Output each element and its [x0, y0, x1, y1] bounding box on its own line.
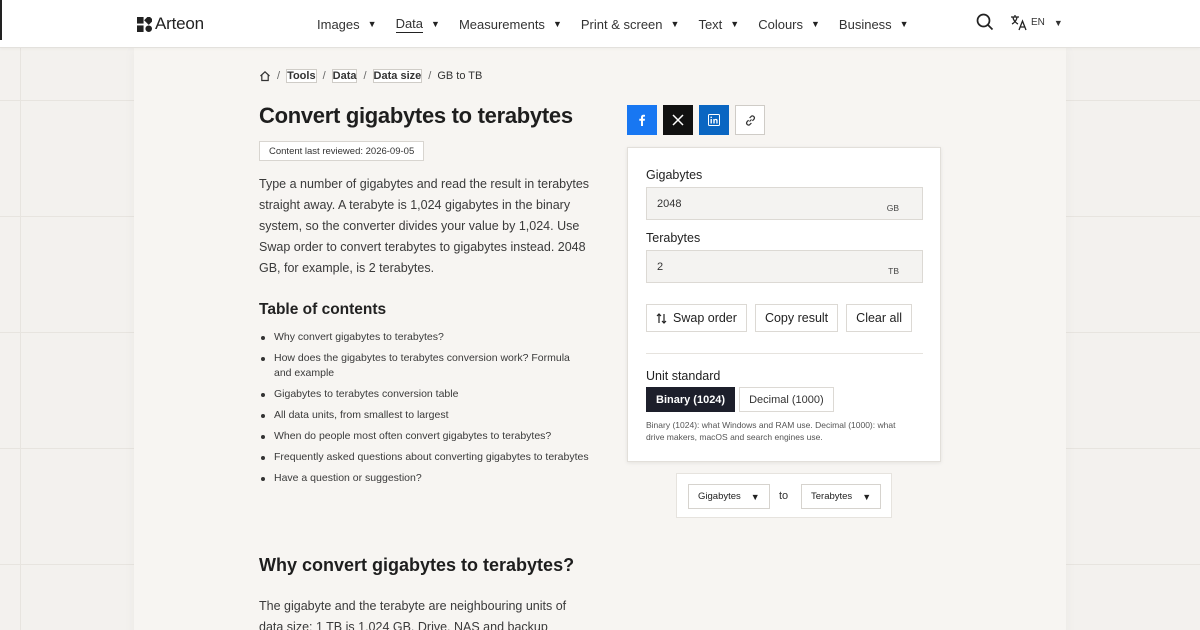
nav-item-images[interactable]: Images ▼ — [317, 0, 377, 48]
decimal-option[interactable]: Decimal (1000) — [739, 387, 834, 412]
section-heading: Why convert gigabytes to terabytes? — [259, 555, 575, 575]
unit-standard-toggle: Binary (1024) Decimal (1000) — [646, 387, 834, 412]
toc-item[interactable]: Why convert gigabytes to terabytes? — [259, 330, 589, 345]
breadcrumb-separator: / — [322, 70, 326, 82]
nav-item-colours[interactable]: Colours ▼ — [758, 0, 820, 48]
chevron-down-icon: ▼ — [670, 19, 680, 29]
section-text: The gigabyte and the terabyte are neighb… — [259, 599, 567, 630]
unit-standard-label: Unit standard — [646, 369, 721, 383]
table-of-contents: Why convert gigabytes to terabytes? How … — [259, 330, 589, 492]
nav-item-business[interactable]: Business ▼ — [839, 0, 909, 48]
breadcrumb-separator: / — [277, 70, 281, 82]
terabytes-input[interactable]: 2 TB — [646, 250, 923, 283]
search-icon[interactable] — [976, 13, 994, 36]
swap-order-label: Swap order — [673, 311, 737, 325]
brand-logo[interactable]: Arteon — [137, 14, 204, 34]
chevron-down-icon: ▼ — [862, 491, 872, 502]
breadcrumb-separator: / — [363, 70, 367, 82]
link-icon — [745, 114, 755, 126]
linkedin-icon — [708, 114, 720, 126]
chevron-down-icon: ▼ — [367, 19, 377, 29]
chevron-down-icon: ▼ — [1053, 17, 1063, 28]
swap-icon — [656, 312, 667, 324]
nav-label: Print & screen — [580, 16, 663, 32]
nav-item-data[interactable]: Data ▼ — [395, 0, 440, 48]
chevron-down-icon: ▼ — [730, 19, 740, 29]
nav-label: Images — [317, 16, 360, 32]
toc-item[interactable]: When do people most often convert gigaby… — [259, 429, 589, 444]
breadcrumb-tools[interactable]: Tools — [286, 69, 317, 83]
facebook-share-button[interactable] — [627, 105, 657, 135]
nav-label: Colours — [758, 16, 803, 32]
window-edge — [0, 0, 2, 40]
nav-label: Data — [395, 15, 424, 33]
main-nav: Images ▼ Data ▼ Measurements ▼ Print & scre… — [317, 0, 928, 48]
x-share-button[interactable] — [663, 105, 693, 135]
x-icon — [672, 114, 684, 126]
to-label: Terabytes — [646, 231, 701, 245]
toc-title: Table of contents — [259, 301, 387, 318]
unit-selector-bar: Gigabytes ▼ to Terabytes ▼ — [676, 473, 892, 518]
from-unit-value: Gigabytes — [698, 491, 741, 502]
terabytes-value: 2 — [657, 261, 664, 273]
chevron-down-icon: ▼ — [431, 19, 440, 29]
chevron-down-icon: ▼ — [811, 19, 820, 29]
nav-item-print-screen[interactable]: Print & screen ▼ — [581, 0, 680, 48]
gigabytes-value: 2048 — [657, 198, 682, 210]
site-header: Arteon Images ▼ Data ▼ Measurements ▼ Print… — [0, 0, 1200, 48]
page-title: Convert gigabytes to terabytes — [259, 103, 573, 128]
to-unit-value: Terabytes — [811, 491, 853, 502]
breadcrumb-data[interactable]: Data — [331, 69, 358, 83]
translate-icon — [1011, 15, 1027, 31]
intro-text: Type a number of gigabytes and read the … — [259, 177, 590, 275]
gigabytes-input[interactable]: 2048 GB — [646, 187, 923, 220]
facebook-icon — [639, 114, 645, 126]
toc-item[interactable]: All data units, from smallest to largest — [259, 408, 589, 423]
swap-order-button[interactable]: Swap order — [646, 304, 747, 332]
nav-item-measurements[interactable]: Measurements ▼ — [459, 0, 562, 48]
unit-standard-note: Binary (1024): what Windows and RAM use.… — [646, 420, 896, 442]
toc-item[interactable]: How does the gigabytes to terabytes conv… — [259, 351, 589, 381]
nav-label: Business — [838, 16, 892, 32]
share-bar — [627, 105, 765, 135]
action-buttons: Swap order Copy result Clear all — [646, 304, 913, 332]
language-code: EN — [1031, 17, 1045, 28]
clear-all-button[interactable]: Clear all — [846, 304, 913, 332]
to-unit-select[interactable]: Terabytes ▼ — [801, 484, 882, 509]
chevron-down-icon: ▼ — [899, 19, 909, 29]
to-joiner: to — [779, 490, 789, 502]
toc-item[interactable]: Have a question or suggestion? — [259, 471, 589, 486]
copy-result-button[interactable]: Copy result — [754, 304, 839, 332]
terabytes-unit: TB — [888, 266, 899, 276]
home-icon[interactable] — [259, 70, 271, 82]
breadcrumb-separator: / — [428, 70, 432, 82]
nav-label: Measurements — [458, 16, 545, 32]
gigabytes-unit: GB — [886, 203, 899, 213]
linkedin-share-button[interactable] — [699, 105, 729, 135]
chevron-down-icon: ▼ — [750, 491, 760, 502]
breadcrumb: / Tools / Data / Data size / GB to TB — [259, 69, 482, 83]
breadcrumb-current: GB to TB — [437, 70, 483, 82]
from-label: Gigabytes — [646, 168, 703, 182]
card-divider — [646, 353, 923, 354]
language-switcher[interactable]: EN ▼ — [1010, 14, 1063, 31]
nav-item-text[interactable]: Text ▼ — [698, 0, 739, 48]
nav-label: Text — [698, 16, 723, 32]
brand-logo-icon — [137, 16, 152, 32]
brand-name: Arteon — [155, 14, 204, 33]
from-unit-select[interactable]: Gigabytes ▼ — [688, 484, 770, 509]
copy-link-button[interactable] — [735, 105, 765, 135]
converter-card: Gigabytes 2048 GB Terabytes 2 TB Swap or… — [627, 147, 941, 462]
toc-item[interactable]: Gigabytes to terabytes conversion table — [259, 387, 589, 402]
breadcrumb-data-size[interactable]: Data size — [372, 69, 423, 83]
reviewed-badge: Content last reviewed: 2026-09-05 — [259, 141, 425, 161]
chevron-down-icon: ▼ — [552, 19, 562, 29]
binary-option[interactable]: Binary (1024) — [646, 387, 736, 412]
toc-item[interactable]: Frequently asked questions about convert… — [259, 450, 589, 465]
